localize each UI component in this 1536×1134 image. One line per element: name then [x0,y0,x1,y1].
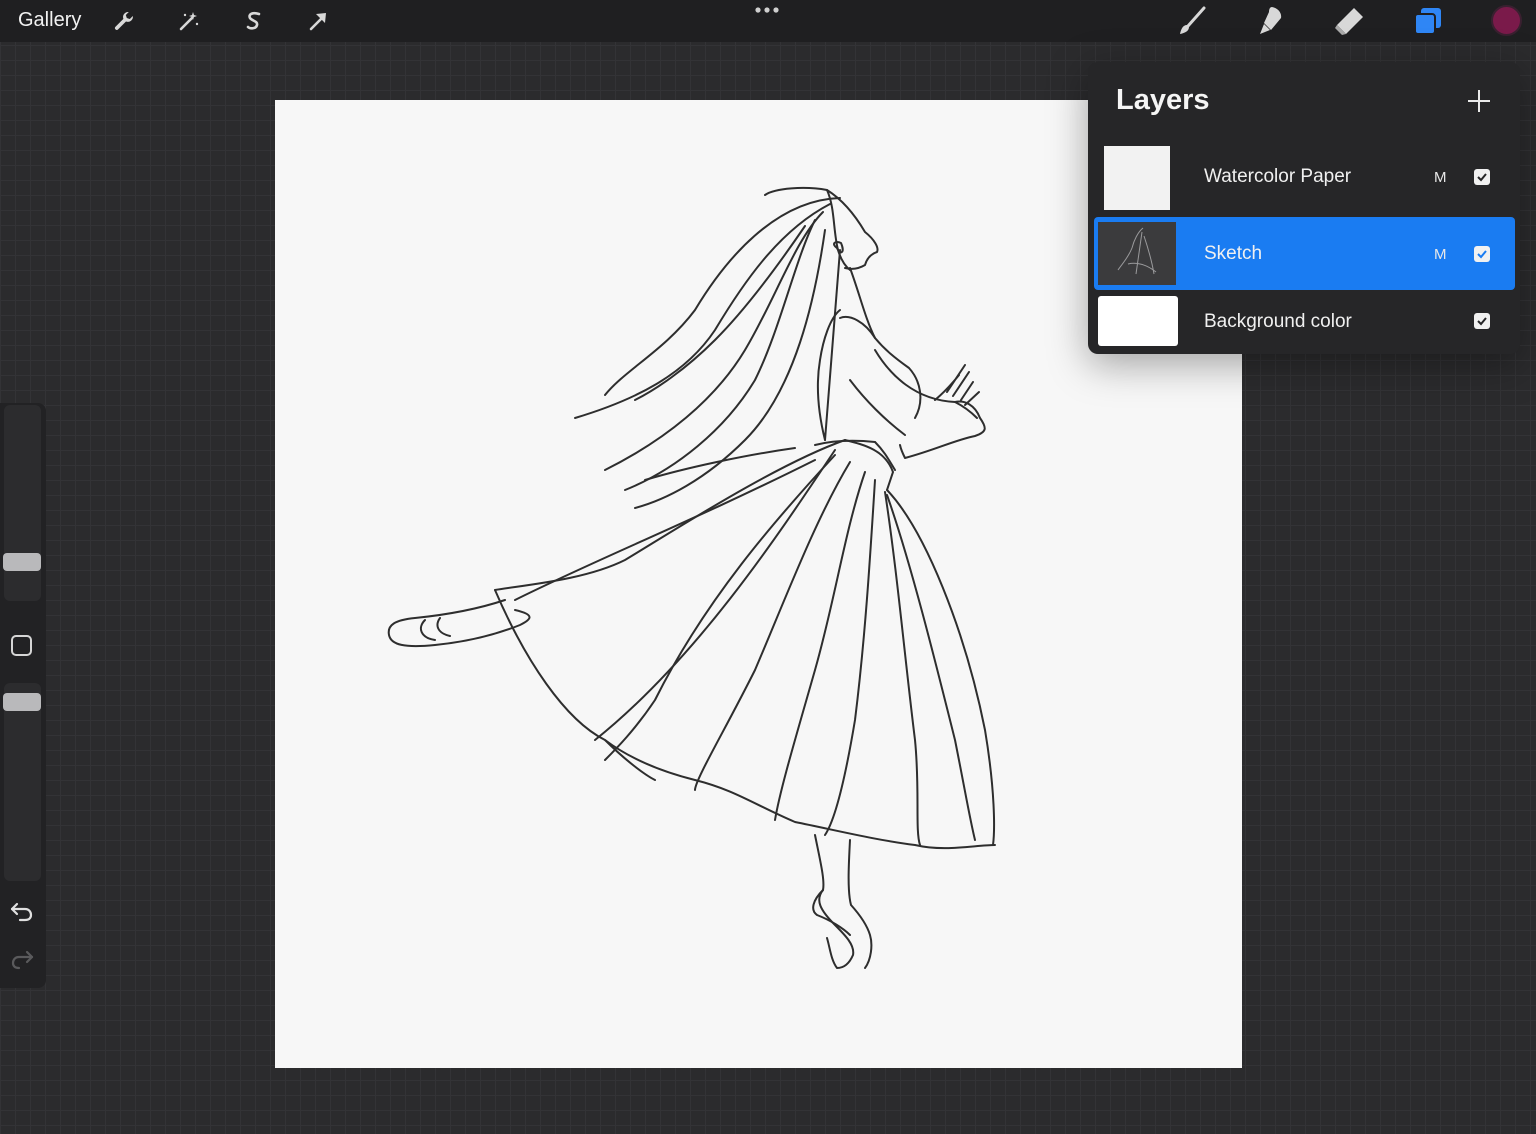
transform-arrow-icon[interactable] [301,4,335,38]
layer-row-watercolor-paper[interactable]: Watercolor Paper M [1094,142,1515,214]
wrench-icon[interactable] [107,4,141,38]
undo-button[interactable] [9,899,35,923]
layer-row-background-color[interactable]: Background color [1094,294,1515,350]
brush-icon[interactable] [1175,4,1209,38]
blend-mode-button[interactable]: M [1434,169,1447,186]
modify-button[interactable] [11,635,32,656]
magic-wand-icon[interactable] [172,4,206,38]
brush-size-slider[interactable] [4,405,41,601]
layer-thumbnail [1098,296,1178,346]
eraser-icon[interactable] [1332,4,1366,38]
add-layer-plus-icon[interactable] [1464,86,1494,116]
opacity-slider-thumb[interactable] [3,693,41,711]
color-picker-swatch[interactable] [1491,5,1522,36]
smudge-icon[interactable] [1254,4,1288,38]
gallery-button[interactable]: Gallery [18,9,81,32]
layer-visibility-checkbox[interactable] [1474,313,1490,329]
redo-button[interactable] [9,947,35,971]
layer-visibility-checkbox[interactable] [1474,169,1490,185]
layer-name: Background color [1204,311,1352,332]
blend-mode-button[interactable]: M [1434,246,1447,263]
left-sidebar [0,403,46,988]
opacity-slider[interactable] [4,683,41,881]
layer-thumbnail [1104,146,1170,210]
layers-icon[interactable] [1411,4,1445,38]
layer-name: Sketch [1204,243,1263,264]
layer-thumbnail [1098,222,1176,285]
top-toolbar: Gallery [0,0,1536,42]
layer-row-sketch[interactable]: Sketch M [1094,217,1515,290]
layers-panel-title: Layers [1116,84,1210,116]
layers-panel: Layers Watercolor Paper M Sketch M Backg… [1088,62,1520,354]
selection-s-icon[interactable] [237,4,271,38]
more-options-icon[interactable] [750,2,784,18]
brush-size-slider-thumb[interactable] [3,553,41,571]
layer-name: Watercolor Paper [1204,166,1352,187]
layer-visibility-checkbox[interactable] [1474,246,1490,262]
